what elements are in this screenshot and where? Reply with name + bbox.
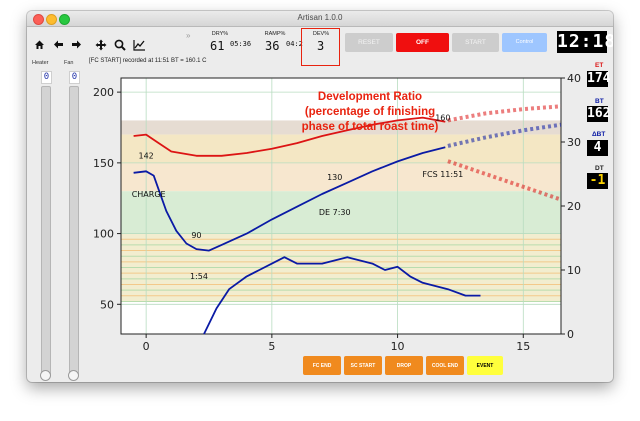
curve-annotation: DE 7:30	[319, 208, 351, 217]
y-right-tick-label: 0	[567, 328, 574, 341]
arrow-right-icon[interactable]	[70, 39, 82, 53]
curve-annotation: 142	[139, 152, 154, 161]
x-tick-label: 10	[391, 340, 405, 353]
zoom-icon[interactable]	[114, 39, 126, 53]
move-icon[interactable]	[95, 39, 107, 53]
fc-end-button[interactable]: FC END	[303, 356, 341, 375]
control-button[interactable]: Control	[502, 33, 547, 52]
sc-start-button[interactable]: SC START	[344, 356, 382, 375]
ramp-value: 36	[265, 39, 280, 53]
toolbar-overflow-icon[interactable]: »	[186, 31, 190, 40]
fan-label: Fan	[64, 60, 74, 66]
bt-value: 162	[587, 106, 611, 122]
bt-label: BT	[595, 98, 604, 105]
ramp-label: RAMP%	[264, 31, 286, 37]
charge-button[interactable]: CHARGE	[175, 356, 211, 375]
dry-time: 05:36	[230, 40, 252, 48]
curve-annotation: 1:54	[190, 272, 208, 281]
curve-annotation: CHARGE	[132, 190, 166, 199]
event-button[interactable]: EVENT	[467, 356, 503, 375]
dev-label: DEV%	[312, 31, 330, 37]
dry-end-button[interactable]: DRY END	[220, 356, 251, 375]
y-right-tick-label: 10	[567, 264, 581, 277]
fan-slider-handle[interactable]	[68, 370, 79, 381]
reset-button[interactable]: RESET	[345, 33, 393, 52]
y-left-tick-label: 200	[93, 86, 114, 99]
dry-label: DRY%	[211, 31, 229, 37]
x-tick-label: 15	[516, 340, 530, 353]
heater-label: Heater	[32, 60, 49, 66]
delta-bt-value: 4	[587, 140, 608, 156]
y-right-tick-label: 20	[567, 200, 581, 213]
drop-button[interactable]: DROP	[385, 356, 423, 375]
roast-clock: 12:18	[557, 31, 613, 53]
title-bar: Artisan 1.0.0	[27, 11, 613, 27]
dt-value: -1	[587, 173, 608, 189]
arrow-left-icon[interactable]	[52, 39, 64, 53]
y-right-tick-label: 30	[567, 136, 581, 149]
curve-annotation: 90	[191, 231, 201, 240]
delta-bt-label: ΔBT	[592, 131, 606, 138]
start-button[interactable]: START	[452, 33, 499, 52]
heater-slider-handle[interactable]	[40, 370, 51, 381]
y-left-tick-label: 50	[100, 298, 114, 311]
status-message: [FC START] recorded at 11:51 BT = 160.1 …	[89, 58, 207, 64]
y-left-tick-label: 100	[93, 228, 114, 241]
dry-value: 61	[210, 39, 225, 53]
development-ratio-callout: Development Ratio	[318, 91, 422, 103]
off-button[interactable]: OFF	[396, 33, 449, 52]
dt-label: DT	[595, 165, 604, 172]
home-icon[interactable]	[33, 39, 45, 53]
app-window: Artisan 1.0.0 » DRY% 61 05:36 RAMP% 36 0…	[27, 11, 613, 382]
roast-chart[interactable]: 0 5 10 15 50 100 150 200 0 10 20 30 40 142 CHARGE 90 1:5…	[88, 70, 604, 366]
heater-value: 0	[41, 71, 52, 84]
y-right-tick-label: 40	[567, 72, 581, 85]
phase-band	[121, 134, 561, 163]
fan-value: 0	[69, 71, 80, 84]
curve-annotation: 130	[327, 173, 342, 182]
dev-value: 3	[317, 39, 325, 53]
fan-slider[interactable]	[69, 86, 79, 376]
fc-start-button[interactable]: FC START	[259, 356, 293, 375]
curve-annotation: FCS 11:51	[422, 170, 463, 179]
y-left-tick-label: 150	[93, 157, 114, 170]
x-tick-label: 5	[268, 340, 275, 353]
development-ratio-callout: (percentage of finishing	[305, 106, 435, 118]
chart-icon[interactable]	[133, 39, 145, 53]
cool-end-button[interactable]: COOL END	[426, 356, 464, 375]
et-label: ET	[595, 62, 604, 69]
x-tick-label: 0	[143, 340, 150, 353]
et-value: 174	[587, 71, 611, 87]
window-title: Artisan 1.0.0	[297, 13, 343, 22]
development-ratio-callout: phase of total roast time)	[302, 121, 439, 133]
heater-slider[interactable]	[41, 86, 51, 376]
